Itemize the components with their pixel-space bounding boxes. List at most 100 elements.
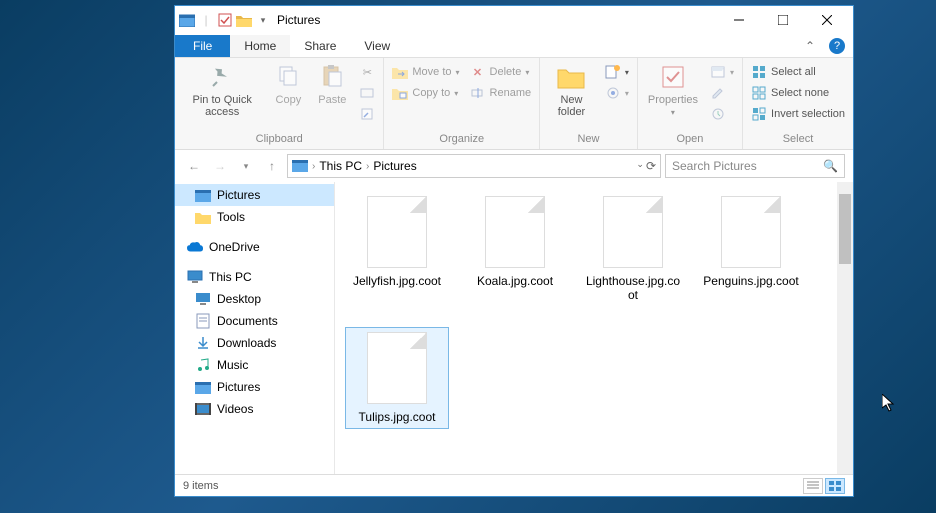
file-name: Penguins.jpg.coot (703, 274, 798, 288)
qat-separator: | (198, 12, 214, 28)
scrollbar-vertical[interactable] (837, 182, 853, 474)
explorer-window: | ▾ Pictures File Home Share View ⌃ ? (174, 5, 854, 497)
address-dropdown-icon[interactable]: ⌄ (636, 159, 644, 173)
ribbon-tabs: File Home Share View ⌃ ? (175, 34, 853, 58)
delete-button[interactable]: ✕Delete ▾ (468, 62, 534, 82)
rename-button[interactable]: Rename (468, 83, 534, 103)
search-input[interactable]: Search Pictures 🔍 (665, 154, 845, 178)
copy-path-button[interactable] (357, 83, 377, 103)
tab-file[interactable]: File (175, 35, 230, 57)
sidebar-item-desktop[interactable]: Desktop (175, 288, 334, 310)
tab-home[interactable]: Home (230, 35, 290, 57)
move-to-icon (392, 64, 408, 80)
ribbon-group-select: Select all Select none Invert selection … (743, 58, 853, 149)
tab-view[interactable]: View (350, 35, 404, 57)
nav-row: ← → ▾ ↑ › This PC › Pictures ⌄ ⟳ Search … (175, 150, 853, 182)
select-none-icon (751, 85, 767, 101)
select-all-button[interactable]: Select all (749, 62, 847, 82)
nav-up-button[interactable]: ↑ (261, 155, 283, 177)
sidebar-item-documents[interactable]: Documents (175, 310, 334, 332)
help-icon[interactable]: ? (829, 38, 845, 54)
file-item[interactable]: Penguins.jpg.coot (699, 192, 803, 307)
file-item[interactable]: Jellyfish.jpg.coot (345, 192, 449, 307)
breadcrumb-root[interactable]: This PC (319, 159, 362, 173)
navigation-pane[interactable]: Pictures Tools OneDrive This PC Desktop … (175, 182, 335, 474)
tab-share[interactable]: Share (290, 35, 350, 57)
file-name: Lighthouse.jpg.coot (585, 274, 681, 303)
app-icon (179, 12, 195, 28)
title-bar: | ▾ Pictures (175, 6, 853, 34)
minimize-button[interactable] (717, 6, 761, 34)
sidebar-item-pictures-quick[interactable]: Pictures (175, 184, 334, 206)
sidebar-item-downloads[interactable]: Downloads (175, 332, 334, 354)
status-bar: 9 items (175, 474, 853, 496)
file-item[interactable]: Koala.jpg.coot (463, 192, 567, 307)
new-item-button[interactable]: ▾ (603, 62, 631, 82)
window-title: Pictures (277, 13, 320, 27)
scrollbar-thumb[interactable] (839, 194, 851, 264)
sidebar-item-videos[interactable]: Videos (175, 398, 334, 420)
sidebar-item-onedrive[interactable]: OneDrive (175, 236, 334, 258)
paste-icon (317, 62, 347, 92)
copy-to-icon (392, 85, 408, 101)
invert-selection-button[interactable]: Invert selection (749, 104, 847, 124)
ribbon-collapse-icon[interactable]: ⌃ (799, 39, 821, 53)
view-details-button[interactable] (803, 478, 823, 494)
onedrive-icon (187, 239, 203, 255)
ribbon-group-label: Open (642, 131, 738, 147)
paste-shortcut-button[interactable] (357, 104, 377, 124)
properties-button[interactable]: Properties ▾ (642, 60, 704, 119)
breadcrumb-current[interactable]: Pictures (373, 159, 416, 173)
thispc-icon (187, 269, 203, 285)
sidebar-item-tools[interactable]: Tools (175, 206, 334, 228)
delete-icon: ✕ (470, 64, 486, 80)
open-icon (710, 64, 726, 80)
pin-quick-access-button[interactable]: Pin to Quick access (179, 60, 265, 120)
history-icon (710, 106, 726, 122)
edit-icon (710, 85, 726, 101)
ribbon-group-label: New (544, 131, 633, 147)
maximize-button[interactable] (761, 6, 805, 34)
qat-folder-icon[interactable] (236, 12, 252, 28)
copy-path-icon (359, 85, 375, 101)
sidebar-item-music[interactable]: Music (175, 354, 334, 376)
file-item[interactable]: Lighthouse.jpg.coot (581, 192, 685, 307)
paste-button[interactable]: Paste (311, 60, 353, 108)
edit-button[interactable] (708, 83, 736, 103)
qat-properties-icon[interactable] (217, 12, 233, 28)
body-area: Pictures Tools OneDrive This PC Desktop … (175, 182, 853, 474)
open-button[interactable]: ▾ (708, 62, 736, 82)
file-icon (367, 196, 427, 268)
select-all-icon (751, 64, 767, 80)
history-button[interactable] (708, 104, 736, 124)
file-item[interactable]: Tulips.jpg.coot (345, 327, 449, 429)
sidebar-item-pictures[interactable]: Pictures (175, 376, 334, 398)
pictures-icon (195, 187, 211, 203)
chevron-right-icon[interactable]: › (366, 161, 369, 172)
chevron-right-icon[interactable]: › (312, 161, 315, 172)
nav-back-button[interactable]: ← (183, 155, 205, 177)
address-folder-icon (292, 158, 308, 175)
ribbon-group-clipboard: Pin to Quick access Copy Paste ✂ Clipboa… (175, 58, 384, 149)
ribbon-group-new: New folder ▾ ▾ New (540, 58, 638, 149)
new-folder-button[interactable]: New folder (544, 60, 599, 120)
folder-icon (195, 209, 211, 225)
copy-to-button[interactable]: Copy to ▾ (390, 83, 461, 103)
move-to-button[interactable]: Move to ▾ (390, 62, 461, 82)
close-button[interactable] (805, 6, 849, 34)
refresh-icon[interactable]: ⟳ (646, 159, 656, 173)
copy-icon (273, 62, 303, 92)
files-pane[interactable]: Jellyfish.jpg.cootKoala.jpg.coot Lighthou… (335, 182, 853, 474)
downloads-icon (195, 335, 211, 351)
qat-dropdown-icon[interactable]: ▾ (255, 12, 271, 28)
nav-recent-button[interactable]: ▾ (235, 155, 257, 177)
sidebar-item-thispc[interactable]: This PC (175, 266, 334, 288)
cut-button[interactable]: ✂ (357, 62, 377, 82)
nav-forward-button[interactable]: → (209, 155, 231, 177)
copy-button[interactable]: Copy (267, 60, 309, 108)
new-folder-icon (556, 62, 586, 92)
easy-access-button[interactable]: ▾ (603, 83, 631, 103)
select-none-button[interactable]: Select none (749, 83, 847, 103)
view-icons-button[interactable] (825, 478, 845, 494)
address-bar[interactable]: › This PC › Pictures ⌄ ⟳ (287, 154, 661, 178)
